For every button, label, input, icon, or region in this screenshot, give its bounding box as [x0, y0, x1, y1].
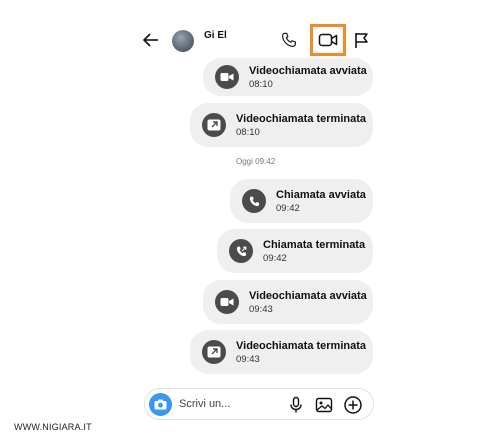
microphone-icon[interactable] — [287, 396, 305, 414]
call-message-time: 09:42 — [263, 252, 287, 264]
call-message-time: 09:43 — [249, 303, 273, 315]
avatar[interactable] — [172, 30, 194, 52]
call-message[interactable]: Videochiamata terminata 09:43 — [190, 330, 373, 374]
call-message-title: Videochiamata avviata — [249, 289, 367, 302]
call-message-time: 09:42 — [276, 202, 300, 214]
plus-circle-icon[interactable] — [343, 395, 363, 415]
video-camera-icon — [318, 33, 338, 47]
call-message[interactable]: Chiamata avviata 09:42 — [230, 179, 373, 223]
call-message[interactable]: Chiamata terminata 09:42 — [217, 229, 373, 273]
day-separator: Oggi 09:42 — [236, 157, 276, 166]
phone-icon[interactable] — [280, 31, 298, 49]
video-call-ended-icon — [202, 113, 226, 137]
call-message-time: 09:43 — [236, 353, 260, 365]
call-message[interactable]: Videochiamata avviata 09:43 — [203, 280, 373, 324]
call-ended-icon — [229, 239, 253, 263]
video-camera-icon — [215, 290, 239, 314]
camera-icon — [154, 399, 167, 410]
call-message-time: 08:10 — [236, 126, 260, 138]
call-message-title: Chiamata avviata — [276, 188, 366, 201]
arrow-left-icon[interactable] — [142, 31, 160, 49]
video-call-ended-icon — [202, 340, 226, 364]
call-message[interactable]: Videochiamata avviata 08:10 — [203, 58, 373, 96]
call-message[interactable]: Videochiamata terminata 08:10 — [190, 103, 373, 147]
video-camera-icon — [215, 65, 239, 89]
phone-icon — [242, 189, 266, 213]
site-watermark: WWW.NIGIARA.IT — [14, 422, 92, 432]
call-message-time: 08:10 — [249, 78, 273, 90]
message-input[interactable]: Scrivi un... — [179, 398, 230, 410]
message-composer: Scrivi un... — [144, 388, 374, 420]
call-message-title: Chiamata terminata — [263, 238, 366, 251]
flag-icon[interactable] — [352, 31, 370, 49]
call-message-title: Videochiamata terminata — [236, 112, 367, 125]
image-icon[interactable] — [315, 396, 333, 414]
video-call-button[interactable] — [310, 24, 346, 56]
chat-header: Gi El — [128, 0, 380, 60]
camera-button[interactable] — [149, 393, 172, 416]
call-message-title: Videochiamata terminata — [236, 339, 367, 352]
call-message-title: Videochiamata avviata — [249, 64, 367, 77]
contact-name[interactable]: Gi El — [204, 30, 227, 41]
